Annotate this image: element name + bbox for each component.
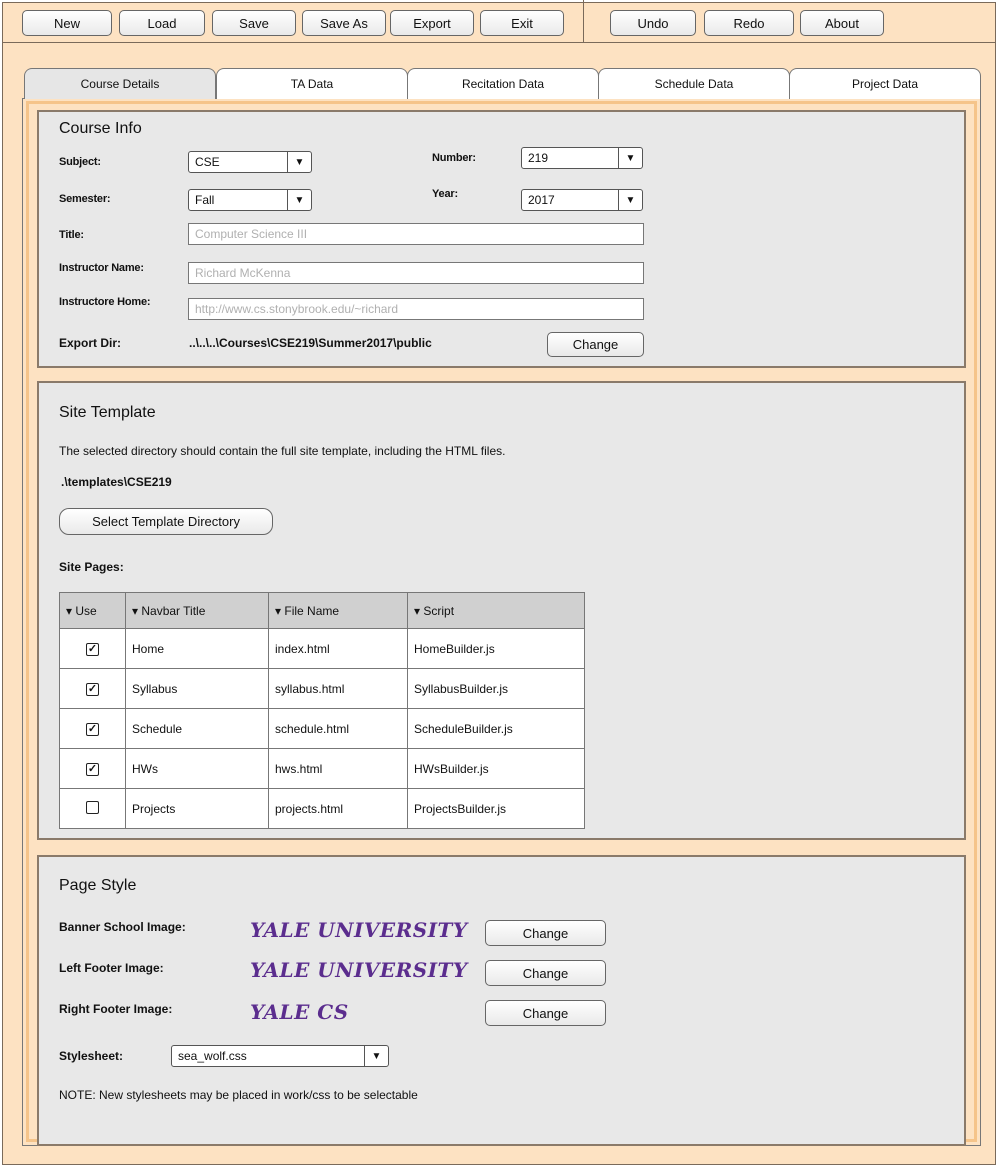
script-cell: HomeBuilder.js — [407, 628, 585, 669]
export-dir-value: ..\..\..\Courses\CSE219\Summer2017\publi… — [189, 336, 432, 350]
site-pages-label: Site Pages: — [59, 560, 124, 574]
subject-label: Subject: — [59, 156, 101, 168]
script-cell: ProjectsBuilder.js — [407, 788, 585, 829]
undo-button[interactable]: Undo — [610, 10, 696, 36]
tab-schedule-data[interactable]: Schedule Data — [598, 68, 790, 99]
title-field[interactable]: Computer Science III — [188, 223, 644, 245]
right-footer-image-label: Right Footer Image: — [59, 1002, 173, 1016]
column-header-navbar-title[interactable]: ▾ Navbar Title — [125, 592, 269, 629]
semester-label: Semester: — [59, 193, 111, 205]
table-row[interactable]: ✓ Syllabus syllabus.html SyllabusBuilder.js — [59, 668, 585, 709]
redo-button[interactable]: Redo — [704, 10, 794, 36]
select-template-directory-button[interactable]: Select Template Directory — [59, 508, 273, 535]
year-label: Year: — [432, 188, 458, 200]
dropdown-arrow-icon: ▼ — [287, 190, 311, 210]
stylesheet-value: sea_wolf.css — [178, 1049, 247, 1063]
banner-school-image: YALE UNIVERSITY — [250, 918, 468, 942]
site-template-description: The selected directory should contain th… — [59, 444, 506, 458]
load-button[interactable]: Load — [119, 10, 205, 36]
right-footer-change-button[interactable]: Change — [485, 1000, 606, 1026]
save-as-button[interactable]: Save As — [302, 10, 386, 36]
script-cell: ScheduleBuilder.js — [407, 708, 585, 749]
banner-school-image-label: Banner School Image: — [59, 920, 186, 934]
year-value: 2017 — [528, 193, 555, 207]
left-footer-image: YALE UNIVERSITY — [250, 958, 468, 982]
number-value: 219 — [528, 151, 549, 165]
tab-project-data[interactable]: Project Data — [789, 68, 981, 99]
left-footer-change-button[interactable]: Change — [485, 960, 606, 986]
checkbox-icon[interactable]: ✓ — [86, 643, 99, 656]
table-row[interactable]: ✓ HWs hws.html HWsBuilder.js — [59, 748, 585, 789]
site-pages-table: ▾ Use ▾ Navbar Title ▾ File Name ▾ Scrip… — [59, 592, 585, 829]
export-dir-label: Export Dir: — [59, 336, 122, 350]
export-button[interactable]: Export — [390, 10, 474, 36]
use-cell — [59, 788, 126, 829]
checkbox-icon[interactable]: ✓ — [86, 763, 99, 776]
navbar-title-cell: Projects — [125, 788, 269, 829]
about-button[interactable]: About — [800, 10, 884, 36]
number-dropdown[interactable]: 219 ▼ — [521, 147, 643, 169]
number-label: Number: — [432, 152, 476, 164]
tab-recitation-data[interactable]: Recitation Data — [407, 68, 599, 99]
stylesheet-dropdown[interactable]: sea_wolf.css ▼ — [171, 1045, 389, 1067]
dropdown-arrow-icon: ▼ — [287, 152, 311, 172]
use-cell: ✓ — [59, 628, 126, 669]
file-name-cell: hws.html — [268, 748, 408, 789]
stylesheet-note: NOTE: New stylesheets may be placed in w… — [59, 1088, 418, 1102]
template-path: .\templates\CSE219 — [61, 475, 172, 489]
year-dropdown[interactable]: 2017 ▼ — [521, 189, 643, 211]
instructor-home-label: Instructore Home: — [59, 296, 151, 308]
checkbox-icon[interactable] — [86, 800, 99, 814]
tab-course-details[interactable]: Course Details — [24, 68, 216, 99]
dropdown-arrow-icon: ▼ — [364, 1046, 388, 1066]
right-footer-image: YALE CS — [250, 1000, 349, 1024]
stylesheet-label: Stylesheet: — [59, 1049, 124, 1063]
table-row[interactable]: ✓ Schedule schedule.html ScheduleBuilder.js — [59, 708, 585, 749]
navbar-title-cell: Home — [125, 628, 269, 669]
navbar-title-cell: HWs — [125, 748, 269, 789]
instructor-name-label: Instructor Name: — [59, 262, 144, 274]
use-cell: ✓ — [59, 748, 126, 789]
column-header-use[interactable]: ▾ Use — [59, 592, 126, 629]
save-button[interactable]: Save — [212, 10, 296, 36]
dropdown-arrow-icon: ▼ — [618, 148, 642, 168]
semester-dropdown[interactable]: Fall ▼ — [188, 189, 312, 211]
page-style-title: Page Style — [59, 877, 137, 894]
toolbar-separator — [583, 0, 584, 43]
course-info-title: Course Info — [59, 120, 142, 137]
site-template-title: Site Template — [59, 404, 156, 421]
file-name-cell: index.html — [268, 628, 408, 669]
instructor-name-field[interactable]: Richard McKenna — [188, 262, 644, 284]
subject-value: CSE — [195, 155, 220, 169]
checkbox-icon[interactable]: ✓ — [86, 723, 99, 736]
dropdown-arrow-icon: ▼ — [618, 190, 642, 210]
title-label: Title: — [59, 229, 84, 241]
exit-button[interactable]: Exit — [480, 10, 564, 36]
banner-change-button[interactable]: Change — [485, 920, 606, 946]
script-cell: SyllabusBuilder.js — [407, 668, 585, 709]
navbar-title-cell: Syllabus — [125, 668, 269, 709]
tab-ta-data[interactable]: TA Data — [216, 68, 408, 99]
table-row[interactable]: Projects projects.html ProjectsBuilder.js — [59, 788, 585, 829]
column-header-script[interactable]: ▾ Script — [407, 592, 585, 629]
use-cell: ✓ — [59, 668, 126, 709]
subject-dropdown[interactable]: CSE ▼ — [188, 151, 312, 173]
file-name-cell: syllabus.html — [268, 668, 408, 709]
table-row[interactable]: ✓ Home index.html HomeBuilder.js — [59, 628, 585, 669]
file-name-cell: schedule.html — [268, 708, 408, 749]
instructor-home-field[interactable]: http://www.cs.stonybrook.edu/~richard — [188, 298, 644, 320]
file-name-cell: projects.html — [268, 788, 408, 829]
left-footer-image-label: Left Footer Image: — [59, 961, 164, 975]
semester-value: Fall — [195, 193, 215, 207]
navbar-title-cell: Schedule — [125, 708, 269, 749]
new-button[interactable]: New — [22, 10, 112, 36]
use-cell: ✓ — [59, 708, 126, 749]
script-cell: HWsBuilder.js — [407, 748, 585, 789]
checkbox-icon[interactable]: ✓ — [86, 683, 99, 696]
export-dir-change-button[interactable]: Change — [547, 332, 644, 357]
column-header-file-name[interactable]: ▾ File Name — [268, 592, 408, 629]
